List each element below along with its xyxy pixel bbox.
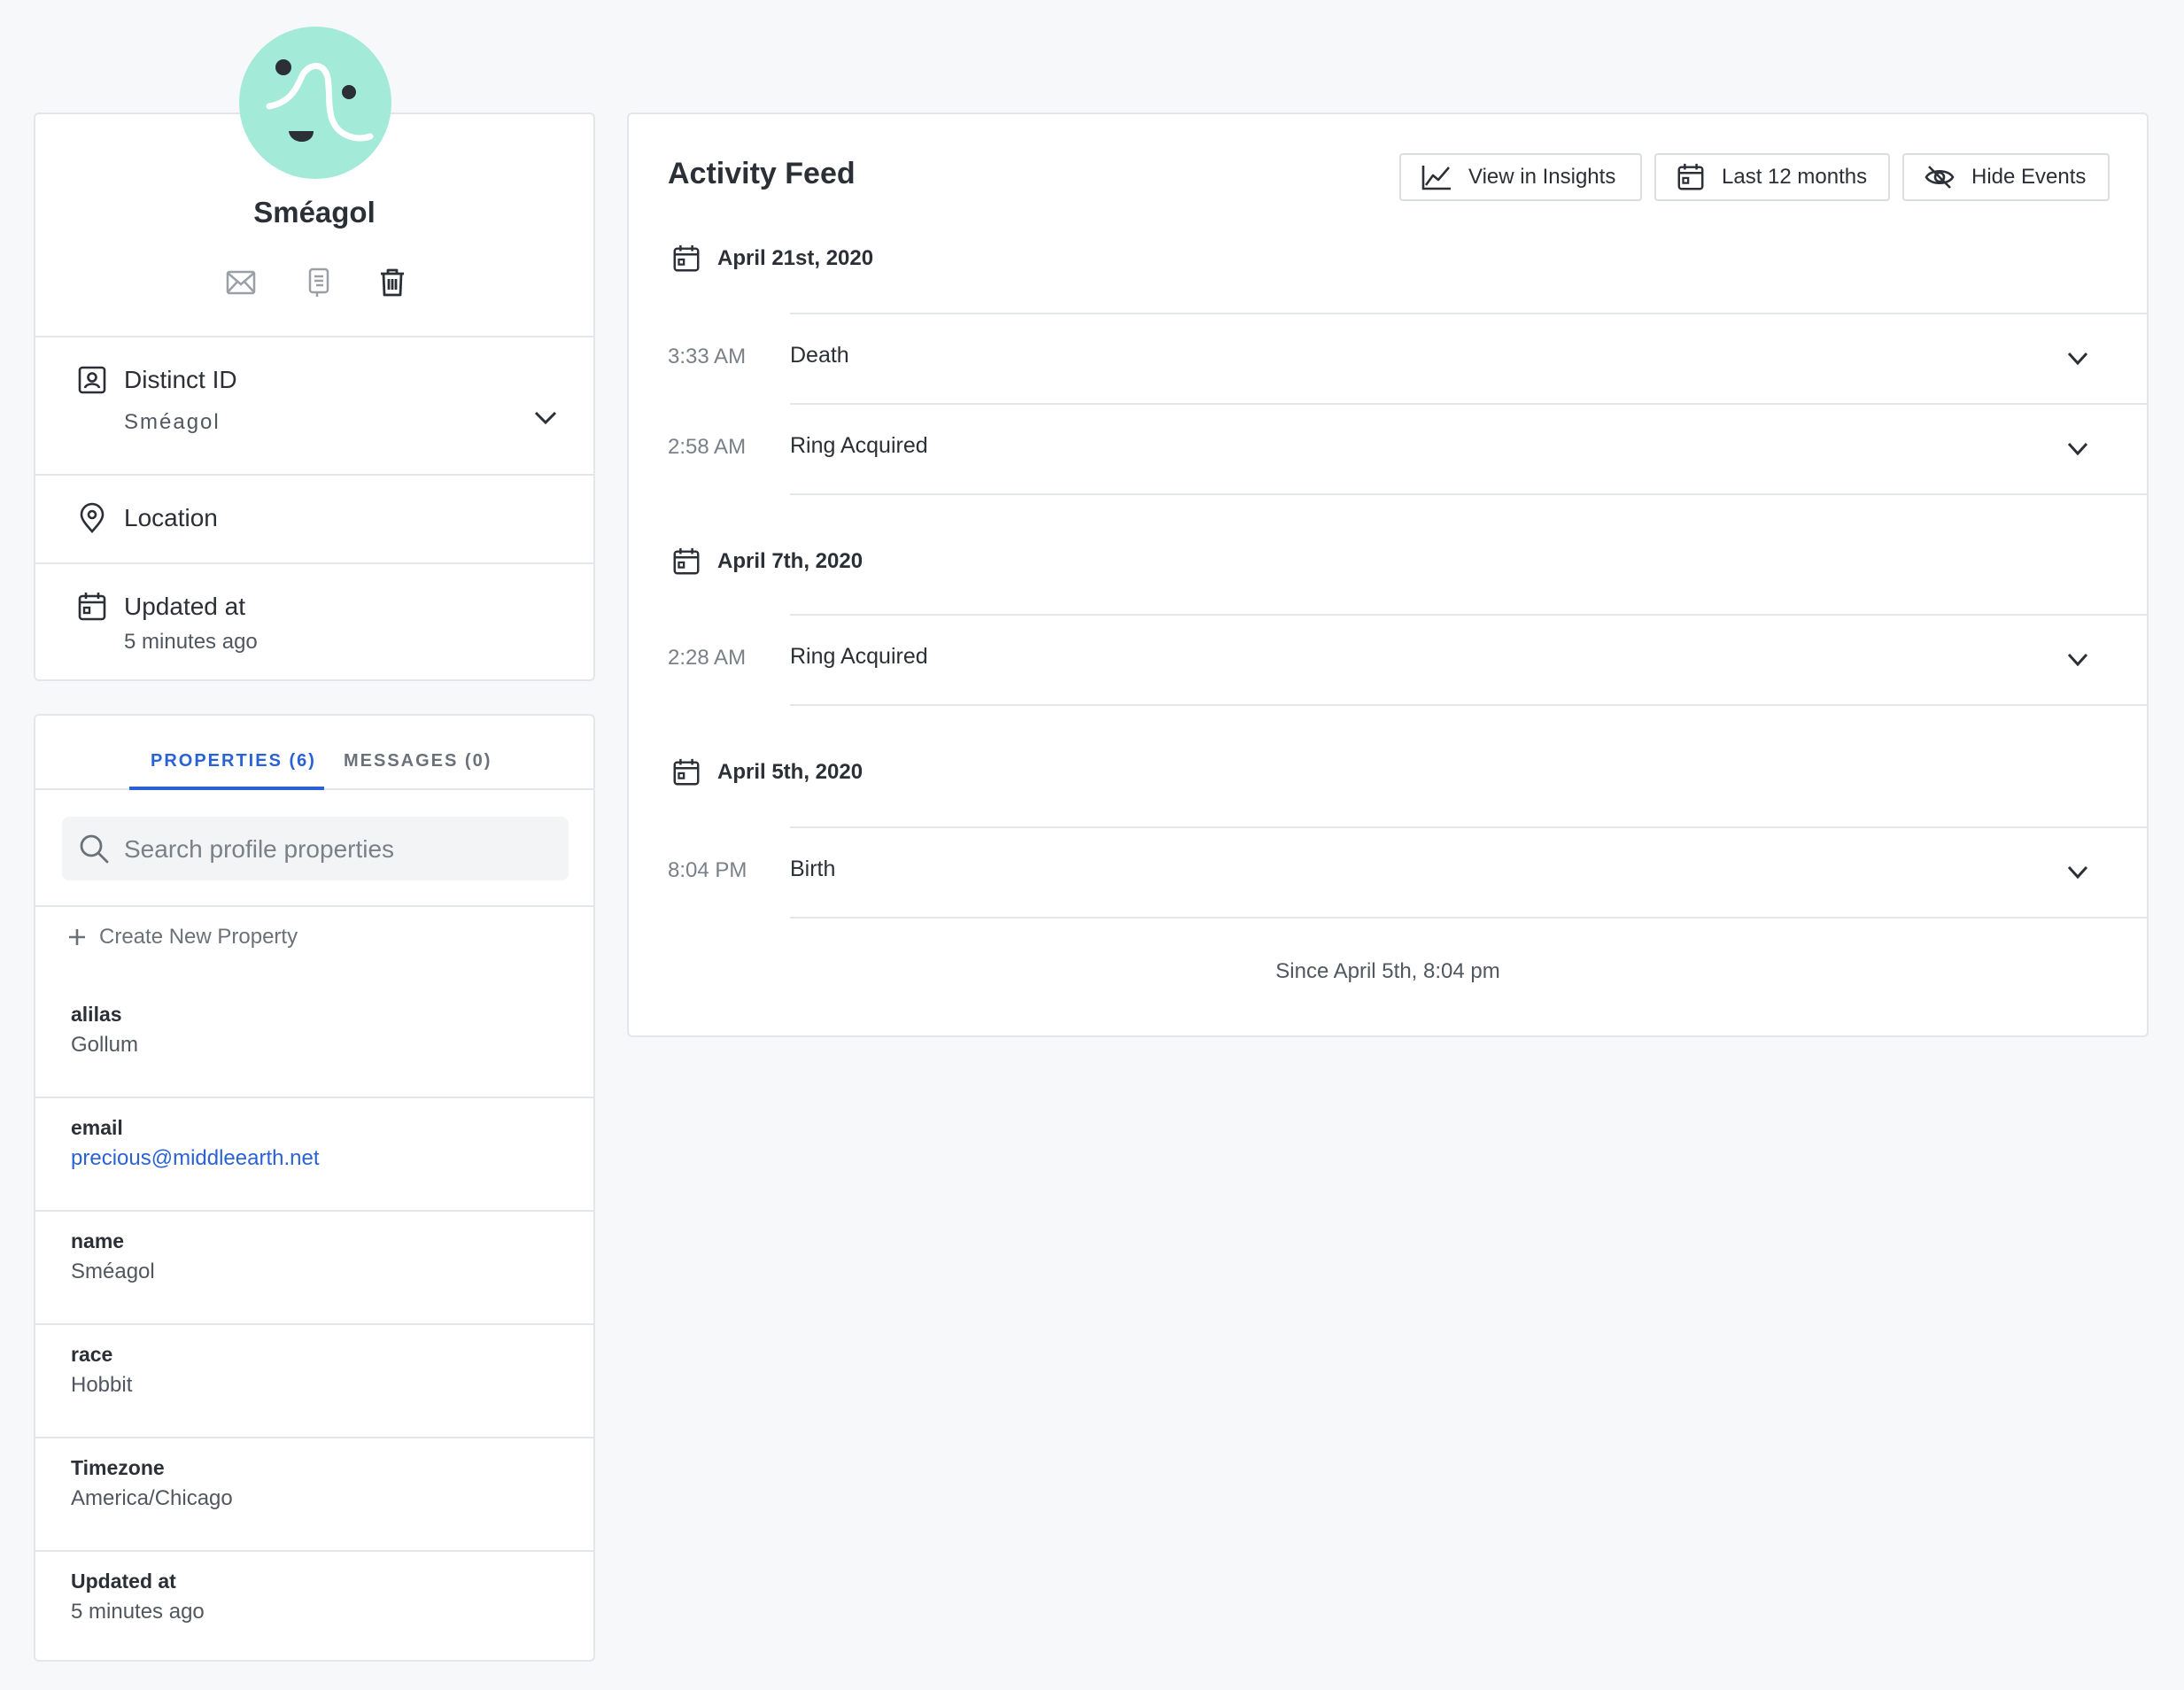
- updated-at-value: 5 minutes ago: [124, 630, 258, 654]
- event-name: Ring Acquired: [790, 433, 928, 458]
- divider: [790, 704, 2147, 706]
- updated-at-label: Updated at: [124, 593, 245, 620]
- event-time: 2:58 AM: [668, 435, 747, 459]
- envelope-icon[interactable]: [223, 265, 259, 300]
- divider: [35, 905, 593, 907]
- create-property-button[interactable]: Create New Property: [67, 925, 298, 950]
- search-box[interactable]: [62, 817, 569, 880]
- property-row[interactable]: alilas Gollum: [35, 980, 593, 1093]
- event-name: Death: [790, 343, 849, 368]
- profile-card: Sméagol Distinct ID Sméagol Location Upd…: [34, 112, 595, 681]
- event-time: 3:33 AM: [668, 345, 747, 368]
- active-tab-indicator: [129, 787, 324, 790]
- calendar-icon: [673, 547, 700, 575]
- profile-name: Sméagol: [253, 196, 376, 229]
- chevron-down-icon[interactable]: [2062, 343, 2094, 375]
- calendar-icon: [1677, 163, 1704, 190]
- date-group-header: April 5th, 2020: [671, 757, 863, 787]
- id-card-icon: [78, 366, 106, 394]
- property-key: race: [71, 1343, 113, 1366]
- property-row[interactable]: email precious@middleearth.net: [35, 1093, 593, 1206]
- calendar-icon: [673, 244, 700, 272]
- line-chart-icon: [1421, 166, 1451, 190]
- chevron-down-icon[interactable]: [2062, 857, 2094, 888]
- event-row[interactable]: 3:33 AM Death: [629, 313, 2147, 403]
- tab-properties[interactable]: PROPERTIES (6): [151, 751, 316, 771]
- date-group-header: April 7th, 2020: [671, 547, 863, 577]
- feed-title: Activity Feed: [668, 157, 856, 190]
- divider: [790, 493, 2147, 495]
- date-group-header: April 21st, 2020: [671, 244, 873, 274]
- chevron-down-icon[interactable]: [2062, 433, 2094, 465]
- search-icon: [80, 834, 109, 864]
- property-key: Timezone: [71, 1456, 165, 1479]
- copy-icon[interactable]: [301, 265, 337, 300]
- eye-off-icon: [1925, 166, 1955, 189]
- location-section: Location: [35, 474, 593, 564]
- property-row[interactable]: name Sméagol: [35, 1206, 593, 1320]
- date-group-label: April 5th, 2020: [717, 760, 864, 784]
- search-input[interactable]: [122, 829, 551, 870]
- property-row[interactable]: Timezone America/Chicago: [35, 1433, 593, 1547]
- calendar-icon: [78, 593, 106, 621]
- date-group-label: April 21st, 2020: [717, 246, 874, 270]
- create-property-label: Create New Property: [99, 925, 298, 949]
- property-value: Gollum: [71, 1033, 139, 1057]
- event-name: Ring Acquired: [790, 644, 928, 669]
- distinct-id-label: Distinct ID: [124, 366, 237, 393]
- calendar-icon: [673, 758, 700, 786]
- divider: [790, 826, 2147, 828]
- event-name: Birth: [790, 857, 836, 881]
- feed-since-text: Since April 5th, 8:04 pm: [1275, 959, 1500, 983]
- property-key: Updated at: [71, 1570, 176, 1593]
- hide-events-button[interactable]: Hide Events: [1902, 153, 2110, 201]
- event-row[interactable]: 2:58 AM Ring Acquired: [629, 403, 2147, 493]
- date-group-label: April 7th, 2020: [717, 549, 864, 573]
- chevron-down-icon[interactable]: [533, 410, 558, 426]
- property-value: 5 minutes ago: [71, 1600, 205, 1624]
- divider: [790, 917, 2147, 919]
- plus-icon: [69, 929, 85, 945]
- event-row[interactable]: 2:28 AM Ring Acquired: [629, 614, 2147, 704]
- property-row[interactable]: Updated at 5 minutes ago: [35, 1547, 593, 1660]
- hide-events-label: Hide Events: [1971, 165, 2087, 189]
- event-row[interactable]: 8:04 PM Birth: [629, 826, 2147, 917]
- tab-messages[interactable]: MESSAGES (0): [344, 751, 492, 771]
- view-in-insights-button[interactable]: View in Insights: [1399, 153, 1642, 201]
- property-row[interactable]: race Hobbit: [35, 1320, 593, 1433]
- property-value: America/Chicago: [71, 1486, 233, 1510]
- property-value-email-link[interactable]: precious@middleearth.net: [71, 1146, 320, 1171]
- divider: [790, 614, 2147, 616]
- property-value: Sméagol: [71, 1260, 155, 1283]
- date-range-label: Last 12 months: [1722, 165, 1868, 189]
- divider: [790, 313, 2147, 314]
- trash-icon[interactable]: [375, 265, 410, 300]
- property-key: email: [71, 1116, 123, 1139]
- chevron-down-icon[interactable]: [2062, 644, 2094, 676]
- avatar: [239, 27, 391, 179]
- distinct-id-value: Sméagol: [124, 410, 221, 434]
- divider: [790, 403, 2147, 405]
- property-key: name: [71, 1229, 125, 1252]
- distinct-id-section[interactable]: Distinct ID Sméagol: [35, 336, 593, 476]
- property-key: alilas: [71, 1003, 122, 1026]
- event-time: 2:28 AM: [668, 646, 747, 670]
- updated-at-section: Updated at 5 minutes ago: [35, 562, 593, 681]
- avatar-face-icon: [266, 59, 374, 142]
- property-value: Hobbit: [71, 1373, 133, 1397]
- event-time: 8:04 PM: [668, 858, 747, 882]
- properties-card: PROPERTIES (6) MESSAGES (0) Create New P…: [34, 714, 595, 1662]
- date-range-button[interactable]: Last 12 months: [1654, 153, 1890, 201]
- location-label: Location: [124, 504, 218, 531]
- view-in-insights-label: View in Insights: [1468, 165, 1616, 189]
- location-pin-icon: [80, 502, 105, 533]
- activity-feed-card: Activity Feed View in Insights Last 12 m…: [627, 112, 2149, 1037]
